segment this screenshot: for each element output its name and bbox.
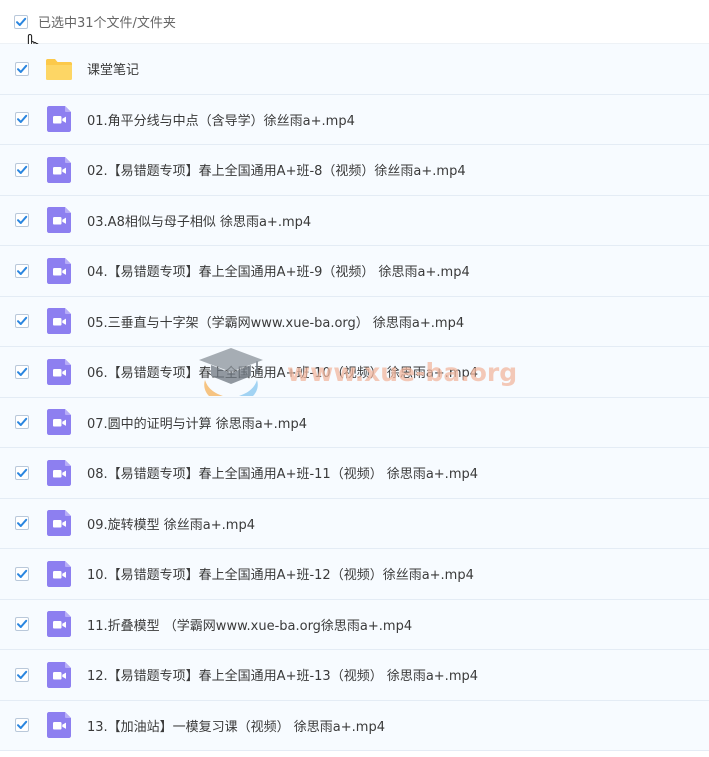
file-row[interactable]: 02.【易错题专项】春上全国通用A+班-8（视频）徐丝雨a+.mp4 [0,145,709,196]
file-name[interactable]: 03.A8相似与母子相似 徐思雨a+.mp4 [87,211,311,230]
video-file-icon [47,661,71,688]
file-row[interactable]: 11.折叠模型 （学霸网www.xue-ba.org徐思雨a+.mp4 [0,599,709,650]
selection-header: 已选中31个文件/文件夹 [0,0,709,55]
video-file-icon [29,711,73,739]
file-name[interactable]: 05.三垂直与十字架（学霸网www.xue-ba.org） 徐思雨a+.mp4 [87,312,464,331]
video-file-icon [47,510,71,537]
video-file-icon [47,308,71,335]
folder-row[interactable]: 课堂笔记 [0,44,709,95]
file-name[interactable]: 13.【加油站】一模复习课（视频） 徐思雨a+.mp4 [87,716,385,735]
file-row[interactable]: 13.【加油站】一模复习课（视频） 徐思雨a+.mp4 [0,700,709,751]
video-file-icon [29,105,73,133]
video-file-icon [47,358,71,385]
file-row[interactable]: 04.【易错题专项】春上全国通用A+班-9（视频） 徐思雨a+.mp4 [0,246,709,297]
row-checkbox[interactable] [15,667,29,682]
video-file-icon [29,257,73,285]
checkmark-icon [16,17,27,26]
file-name[interactable]: 11.折叠模型 （学霸网www.xue-ba.org徐思雨a+.mp4 [87,615,412,634]
file-name[interactable]: 01.角平分线与中点（含导学）徐丝雨a+.mp4 [87,110,355,129]
file-row[interactable]: 01.角平分线与中点（含导学）徐丝雨a+.mp4 [0,94,709,145]
file-row[interactable]: 09.旋转模型 徐丝雨a+.mp4 [0,498,709,549]
video-file-icon [47,257,71,284]
row-checkbox[interactable] [15,465,29,480]
checkmark-icon [17,165,28,174]
file-row[interactable]: 12.【易错题专项】春上全国通用A+班-13（视频） 徐思雨a+.mp4 [0,650,709,701]
video-file-icon [47,712,71,739]
row-checkbox[interactable] [15,61,29,76]
video-file-icon [29,206,73,234]
checkmark-icon [17,519,28,528]
video-file-icon [29,358,73,386]
file-name[interactable]: 02.【易错题专项】春上全国通用A+班-8（视频）徐丝雨a+.mp4 [87,160,466,179]
row-checkbox[interactable] [15,718,29,733]
file-name[interactable]: 课堂笔记 [87,59,139,78]
file-row[interactable]: 05.三垂直与十字架（学霸网www.xue-ba.org） 徐思雨a+.mp4 [0,296,709,347]
row-checkbox[interactable] [15,516,29,531]
video-file-icon [29,509,73,537]
row-checkbox[interactable] [15,162,29,177]
checkmark-icon [17,569,28,578]
folder-icon [29,55,73,83]
row-checkbox[interactable] [15,112,29,127]
video-file-icon [29,307,73,335]
file-name[interactable]: 12.【易错题专项】春上全国通用A+班-13（视频） 徐思雨a+.mp4 [87,665,478,684]
select-all-checkbox[interactable] [14,14,28,29]
video-file-icon [29,459,73,487]
video-file-icon [47,560,71,587]
file-list: 课堂笔记 01.角平分线与中点（含导学）徐丝雨a+.mp4 02.【易错题专项】春上… [0,44,709,751]
checkmark-icon [17,721,28,730]
checkmark-icon [17,317,28,326]
video-file-icon [47,611,71,638]
row-checkbox[interactable] [15,617,29,632]
checkmark-icon [17,468,28,477]
video-file-icon [47,156,71,183]
file-row[interactable]: 07.圆中的证明与计算 徐思雨a+.mp4 [0,397,709,448]
video-file-icon [29,610,73,638]
file-name[interactable]: 10.【易错题专项】春上全国通用A+班-12（视频）徐丝雨a+.mp4 [87,564,474,583]
video-file-icon [47,106,71,133]
checkmark-icon [17,670,28,679]
video-file-icon [29,560,73,588]
row-checkbox[interactable] [15,415,29,430]
file-row[interactable]: 03.A8相似与母子相似 徐思雨a+.mp4 [0,195,709,246]
video-file-icon [29,661,73,689]
file-name[interactable]: 08.【易错题专项】春上全国通用A+班-11（视频） 徐思雨a+.mp4 [87,463,478,482]
checkmark-icon [17,115,28,124]
row-checkbox[interactable] [15,364,29,379]
row-checkbox[interactable] [15,314,29,329]
checkmark-icon [17,64,28,73]
file-row[interactable]: 08.【易错题专项】春上全国通用A+班-11（视频） 徐思雨a+.mp4 [0,448,709,499]
file-name[interactable]: 04.【易错题专项】春上全国通用A+班-9（视频） 徐思雨a+.mp4 [87,261,470,280]
file-row[interactable]: 06.【易错题专项】春上全国通用A+班-10（视频） 徐思雨a+.mp4 [0,347,709,398]
checkmark-icon [17,367,28,376]
video-file-icon [47,459,71,486]
checkmark-icon [17,620,28,629]
checkmark-icon [17,418,28,427]
folder-icon [46,58,72,80]
checkmark-icon [17,266,28,275]
video-file-icon [47,409,71,436]
checkmark-icon [17,216,28,225]
selection-count-text: 已选中31个文件/文件夹 [38,16,176,31]
file-name[interactable]: 07.圆中的证明与计算 徐思雨a+.mp4 [87,413,307,432]
row-checkbox[interactable] [15,213,29,228]
video-file-icon [29,408,73,436]
file-name[interactable]: 06.【易错题专项】春上全国通用A+班-10（视频） 徐思雨a+.mp4 [87,362,478,381]
file-row[interactable]: 10.【易错题专项】春上全国通用A+班-12（视频）徐丝雨a+.mp4 [0,549,709,600]
row-checkbox[interactable] [15,263,29,278]
video-file-icon [29,156,73,184]
row-checkbox[interactable] [15,566,29,581]
video-file-icon [47,207,71,234]
file-name[interactable]: 09.旋转模型 徐丝雨a+.mp4 [87,514,255,533]
